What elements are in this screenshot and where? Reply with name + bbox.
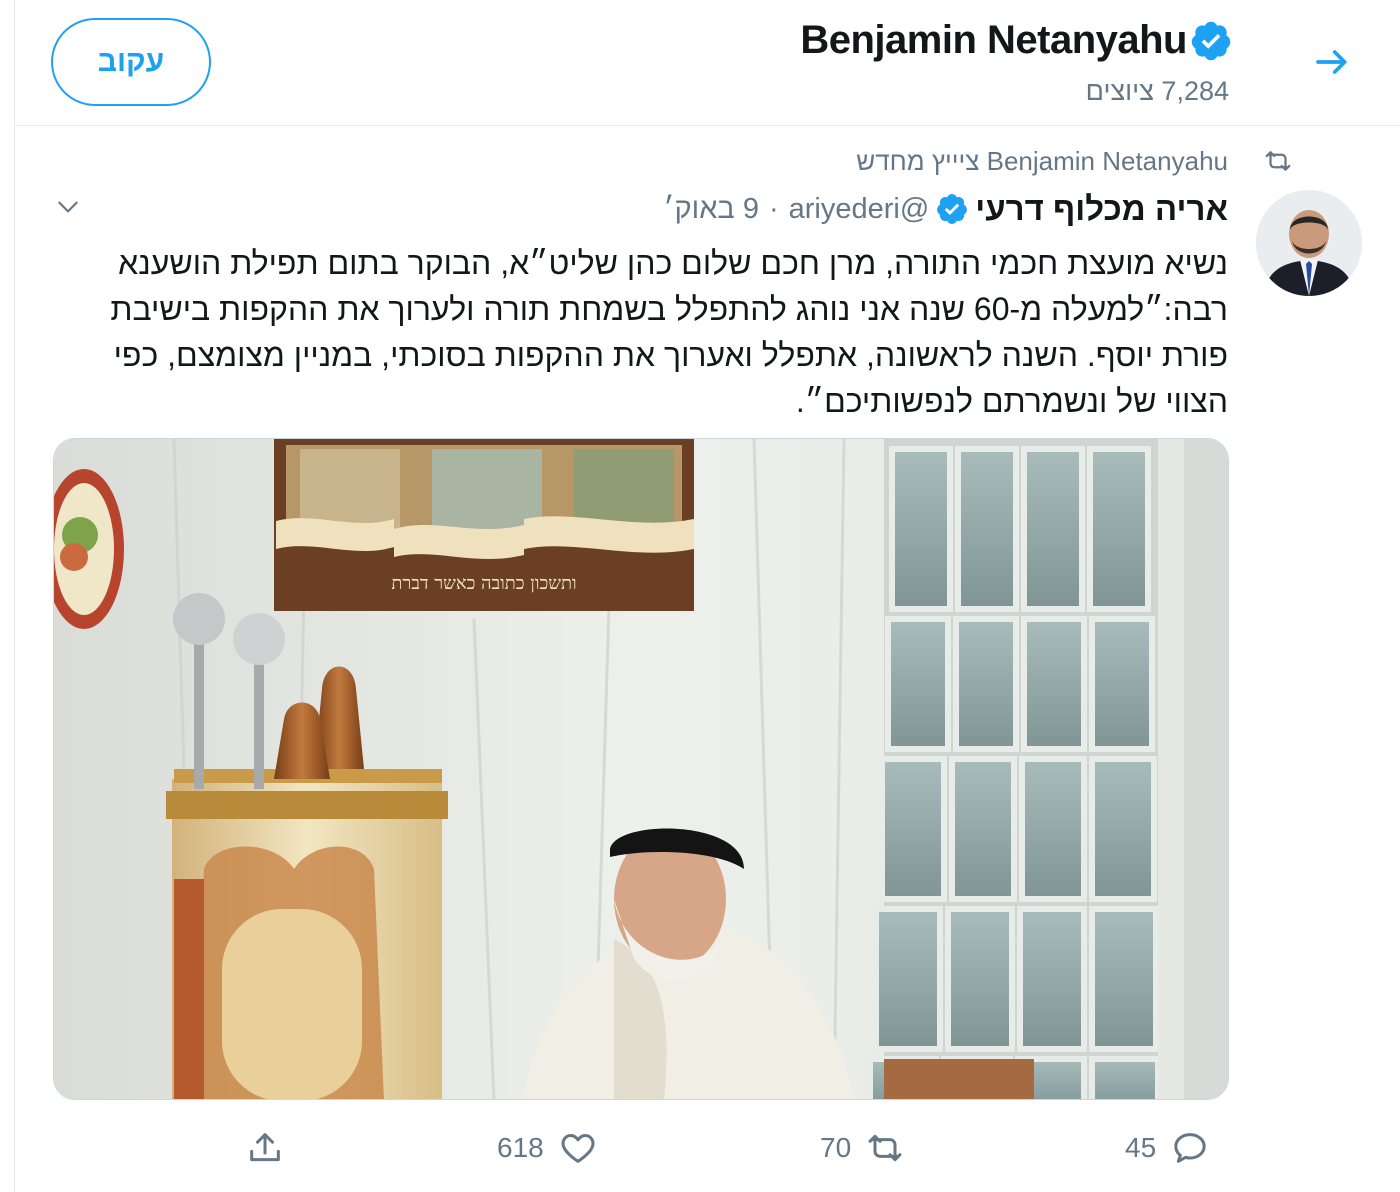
tweet-menu-button[interactable] <box>51 190 85 224</box>
tweet-separator: · <box>768 192 779 225</box>
avatar[interactable] <box>1256 190 1362 296</box>
follow-button[interactable]: עקוב <box>51 18 211 106</box>
tweet-header: אריה מכלוף דרעי @ariyederi · 9 באוק׳ <box>663 190 1228 228</box>
tweet-text: נשיא מועצת חכמי התורה, מרן חכם שלום כהן … <box>110 245 1228 419</box>
avatar-portrait <box>1256 190 1362 296</box>
share-icon <box>250 1133 280 1162</box>
verified-badge-icon <box>1191 21 1231 60</box>
retweet-button[interactable]: 70 <box>820 1118 905 1178</box>
arrow-right-icon <box>1316 50 1347 74</box>
picture-caption: ותשכון כתובה כאשר דברת <box>391 573 576 594</box>
tweet-date[interactable]: 9 באוק׳ <box>663 193 759 226</box>
like-button[interactable]: 618 <box>497 1118 598 1178</box>
reply-button[interactable]: 45 <box>1125 1118 1210 1178</box>
retweet-context-icon <box>1265 151 1291 171</box>
tweet-author-name[interactable]: אריה מכלוף דרעי <box>975 190 1228 228</box>
timeline-column: Benjamin Netanyahu 7,284 ציוצים עקוב Ben… <box>14 0 1400 1192</box>
heart-icon <box>561 1134 595 1163</box>
reply-count: 45 <box>1125 1132 1157 1163</box>
header-name: Benjamin Netanyahu <box>800 18 1187 62</box>
verified-badge-icon <box>937 194 968 224</box>
retweet-icon <box>868 1134 902 1162</box>
tweet-count: 7,284 ציוצים <box>1085 76 1229 106</box>
share-button[interactable] <box>245 1118 285 1178</box>
tweet-media[interactable]: ותשכון כתובה כאשר דברת <box>53 438 1229 1100</box>
like-count: 618 <box>497 1132 544 1163</box>
tweet-handle[interactable]: @ariyederi <box>789 193 930 226</box>
reply-icon <box>1174 1133 1206 1163</box>
header-name-row: Benjamin Netanyahu <box>800 18 1233 63</box>
tweet-photo: ותשכון כתובה כאשר דברת <box>54 439 1228 1099</box>
retweet-context[interactable]: Benjamin Netanyahu ציייץ מחדש <box>856 146 1228 177</box>
chevron-down-icon <box>58 201 78 213</box>
profile-header: Benjamin Netanyahu 7,284 ציוצים עקוב <box>15 0 1400 126</box>
retweet-count: 70 <box>820 1132 852 1163</box>
tweet-actions: 45 70 618 <box>15 1118 1400 1178</box>
back-button[interactable] <box>1309 38 1357 86</box>
